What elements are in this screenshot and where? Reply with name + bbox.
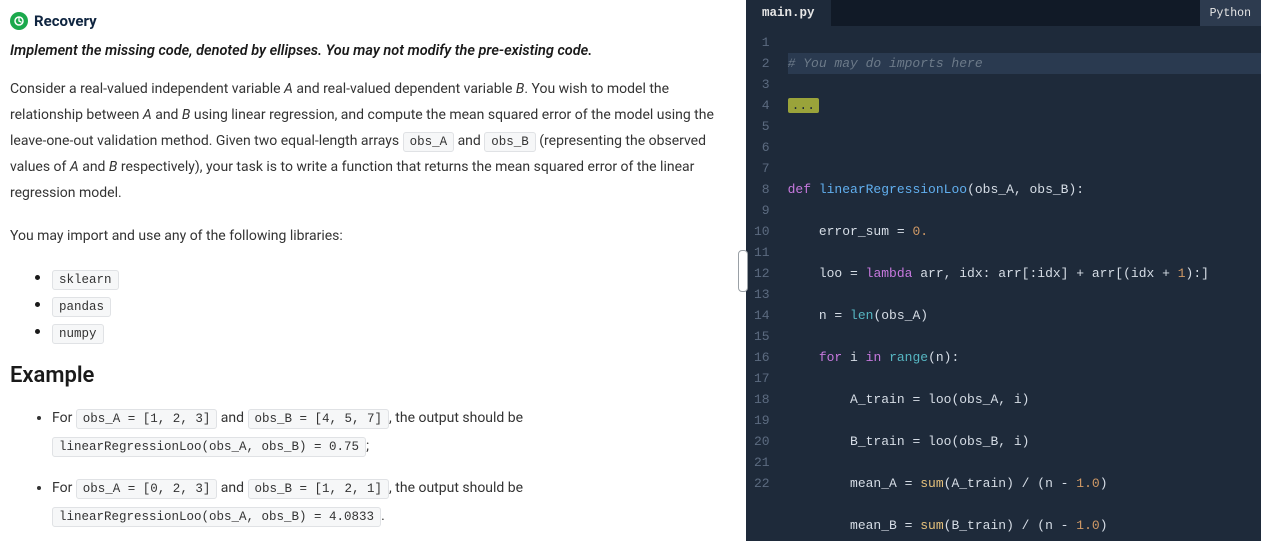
list-item: numpy: [52, 322, 730, 341]
code-text: mean_B =: [850, 518, 920, 533]
desc-text: Consider a real-valued independent varia…: [10, 81, 284, 97]
lib-name: numpy: [52, 324, 104, 344]
desc-text: and: [79, 159, 109, 175]
problem-description-pane: Recovery Implement the missing code, den…: [0, 0, 740, 541]
description-paragraph: Consider a real-valued independent varia…: [10, 77, 730, 206]
ex-obs-b: obs_B = [4, 5, 7]: [248, 409, 390, 429]
code-text: (A_train) / (n -: [944, 476, 1077, 491]
code-text: ):]: [1186, 266, 1209, 281]
lib-name: sklearn: [52, 270, 119, 290]
ex-result: linearRegressionLoo(obs_A, obs_B) = 4.08…: [52, 507, 381, 527]
builtin-len: len: [850, 308, 873, 323]
code-comment: # You may do imports here: [788, 56, 983, 71]
code-text: (obs_A): [873, 308, 928, 323]
code-text: arr, idx: arr[:idx] + arr[(idx +: [912, 266, 1177, 281]
pane-resize-handle[interactable]: [740, 0, 746, 541]
code-text: i: [842, 350, 865, 365]
code-text: mean_A =: [850, 476, 920, 491]
example-item: For obs_A = [0, 2, 3] and obs_B = [1, 2,…: [52, 474, 730, 530]
code-text: loo =: [819, 266, 866, 281]
code-text: (B_train) / (n -: [944, 518, 1077, 533]
code-text: B_train = loo(obs_B, i): [850, 434, 1029, 449]
ex-text: , the output should be: [389, 410, 523, 426]
ellipsis-placeholder[interactable]: ...: [788, 98, 819, 113]
problem-title: Recovery: [34, 12, 97, 30]
filename-label: main.py: [762, 6, 815, 20]
ex-post: ;: [366, 438, 369, 454]
ex-text: and: [217, 410, 247, 426]
code-body[interactable]: # You may do imports here ... def linear…: [782, 26, 1261, 541]
ex-obs-b: obs_B = [1, 2, 1]: [248, 479, 390, 499]
num: 1.0: [1076, 476, 1099, 491]
code-text: ): [1100, 518, 1108, 533]
code-text: (n):: [928, 350, 959, 365]
kw-lambda: lambda: [866, 266, 913, 281]
code-editor-pane: main.py Python 1234567891011121314151617…: [746, 0, 1261, 541]
editor-tab-bar: main.py Python: [746, 0, 1261, 26]
problem-header: Recovery: [10, 12, 730, 30]
ex-text: For: [52, 410, 76, 426]
ex-text: For: [52, 480, 76, 496]
var-a: A: [284, 81, 293, 97]
example-item: For obs_A = [1, 2, 3] and obs_B = [4, 5,…: [52, 404, 730, 460]
builtin-range: range: [889, 350, 928, 365]
code-text: error_sum =: [819, 224, 913, 239]
code-text: A_train = loo(obs_A, i): [850, 392, 1029, 407]
list-item: pandas: [52, 295, 730, 314]
desc-text: and: [152, 107, 182, 123]
ex-text: , the output should be: [389, 480, 523, 496]
library-list: sklearn pandas numpy: [10, 268, 730, 341]
builtin-sum: sum: [920, 518, 943, 533]
example-list: For obs_A = [1, 2, 3] and obs_B = [4, 5,…: [10, 404, 730, 530]
kw-in: in: [866, 350, 882, 365]
code-area[interactable]: 12345678910111213141516171819202122 # Yo…: [746, 26, 1261, 541]
kw-def: def: [788, 182, 811, 197]
line-number-gutter: 12345678910111213141516171819202122: [746, 26, 782, 541]
ex-obs-a: obs_A = [0, 2, 3]: [76, 479, 218, 499]
lib-name: pandas: [52, 297, 111, 317]
code-text: n =: [819, 308, 850, 323]
recovery-icon: [10, 12, 28, 30]
ex-result: linearRegressionLoo(obs_A, obs_B) = 0.75: [52, 437, 366, 457]
num: 1.0: [1076, 518, 1099, 533]
libs-intro: You may import and use any of the follow…: [10, 224, 730, 250]
params: (obs_A, obs_B):: [967, 182, 1084, 197]
func-name: linearRegressionLoo: [819, 182, 967, 197]
ex-post: .: [381, 508, 385, 524]
desc-text: and: [454, 133, 484, 149]
code-obs-a: obs_A: [403, 132, 455, 152]
code-text: ): [1100, 476, 1108, 491]
code-text: [881, 350, 889, 365]
list-item: sklearn: [52, 268, 730, 287]
kw-for: for: [819, 350, 842, 365]
example-heading: Example: [10, 363, 730, 388]
drag-handle-icon[interactable]: [738, 250, 748, 292]
num: 0.: [912, 224, 928, 239]
builtin-sum: sum: [920, 476, 943, 491]
var-a: A: [70, 159, 79, 175]
ex-text: and: [217, 480, 247, 496]
file-tab[interactable]: main.py: [746, 0, 831, 26]
code-obs-b: obs_B: [484, 132, 536, 152]
ex-obs-a: obs_A = [1, 2, 3]: [76, 409, 218, 429]
language-selector[interactable]: Python: [1200, 0, 1261, 26]
language-label: Python: [1210, 7, 1251, 20]
num: 1: [1178, 266, 1186, 281]
instruction-text: Implement the missing code, denoted by e…: [10, 42, 730, 59]
desc-text: and real-valued dependent variable: [293, 81, 516, 97]
var-a: A: [143, 107, 152, 123]
